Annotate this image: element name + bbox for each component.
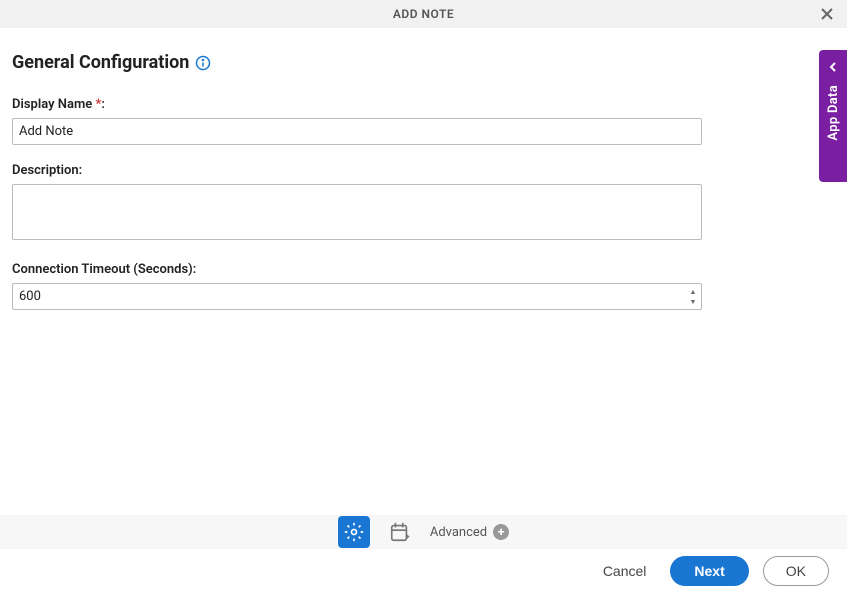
display-name-label: Display Name *: <box>12 97 702 112</box>
next-button[interactable]: Next <box>670 556 748 586</box>
number-spinner: ▲ ▼ <box>686 285 700 308</box>
connection-timeout-label: Connection Timeout (Seconds): <box>12 262 702 277</box>
description-label: Description: <box>12 163 702 178</box>
plus-icon: + <box>493 524 509 540</box>
connection-timeout-input[interactable] <box>12 283 702 310</box>
close-icon <box>819 6 835 22</box>
connection-timeout-field: Connection Timeout (Seconds): ▲ ▼ <box>12 262 702 310</box>
app-data-label: App Data <box>826 85 841 141</box>
calendar-plus-icon <box>389 521 411 543</box>
gear-icon <box>344 522 364 542</box>
display-name-input[interactable] <box>12 118 702 145</box>
display-name-field: Display Name *: <box>12 97 702 145</box>
description-input[interactable] <box>12 184 702 240</box>
cancel-button[interactable]: Cancel <box>593 557 657 585</box>
section-title: General Configuration <box>12 52 211 73</box>
schedule-tab[interactable] <box>386 518 414 546</box>
spinner-down[interactable]: ▼ <box>686 297 700 307</box>
connection-timeout-input-wrap: ▲ ▼ <box>12 283 702 310</box>
chevron-left-icon <box>827 58 839 77</box>
dialog-footer: Cancel Next OK <box>0 549 847 593</box>
close-button[interactable] <box>819 6 835 22</box>
advanced-tab[interactable]: Advanced + <box>430 524 509 540</box>
advanced-label: Advanced <box>430 525 487 540</box>
dialog-header: ADD NOTE <box>0 0 847 28</box>
bottom-toolbar: Advanced + <box>0 515 847 549</box>
description-field: Description: <box>12 163 702 244</box>
dialog-content: General Configuration Display Name *: De… <box>0 28 847 310</box>
info-icon[interactable] <box>195 55 211 71</box>
app-data-panel-toggle[interactable]: App Data <box>819 50 847 182</box>
dialog-title: ADD NOTE <box>393 7 454 21</box>
section-title-text: General Configuration <box>12 52 189 73</box>
ok-button[interactable]: OK <box>763 556 829 586</box>
settings-tab[interactable] <box>338 516 370 548</box>
spinner-up[interactable]: ▲ <box>686 287 700 297</box>
